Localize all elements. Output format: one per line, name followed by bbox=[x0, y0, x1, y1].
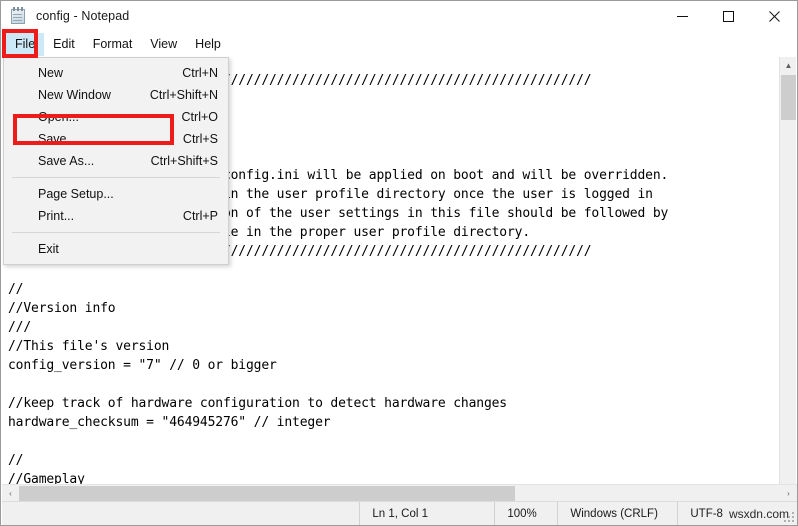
scroll-right-arrow-icon[interactable]: › bbox=[780, 485, 797, 501]
menu-item-shortcut: Ctrl+S bbox=[182, 132, 218, 146]
menu-item-label: Save bbox=[38, 132, 67, 146]
menu-item-label: Print... bbox=[38, 209, 75, 223]
menu-separator bbox=[12, 177, 220, 178]
window-title: config - Notepad bbox=[36, 9, 130, 23]
menu-item-label: Open... bbox=[38, 110, 79, 124]
menu-item-shortcut: Ctrl+P bbox=[182, 209, 218, 223]
view-menu-button[interactable]: View bbox=[141, 33, 186, 56]
horizontal-scrollbar-thumb[interactable] bbox=[19, 486, 515, 501]
file-menu-item-new-window[interactable]: New Window Ctrl+Shift+N bbox=[4, 84, 228, 106]
menu-separator bbox=[12, 232, 220, 233]
file-menu-item-open[interactable]: Open... Ctrl+O bbox=[4, 106, 228, 128]
status-cursor-position: Ln 1, Col 1 bbox=[359, 501, 494, 525]
close-icon bbox=[768, 10, 780, 22]
menu-item-label: New Window bbox=[38, 88, 111, 102]
vertical-scrollbar-thumb[interactable] bbox=[781, 75, 796, 120]
resize-grip-icon[interactable] bbox=[784, 512, 794, 522]
help-menu-button[interactable]: Help bbox=[186, 33, 230, 56]
minimize-button[interactable] bbox=[659, 1, 705, 31]
menu-bar: File Edit Format View Help bbox=[1, 31, 797, 57]
menu-item-shortcut: Ctrl+Shift+S bbox=[150, 154, 218, 168]
window-controls bbox=[659, 1, 797, 31]
status-bar: Ln 1, Col 1 100% Windows (CRLF) UTF-8 ws… bbox=[2, 501, 797, 525]
minimize-icon bbox=[676, 15, 688, 17]
file-menu-item-new[interactable]: New Ctrl+N bbox=[4, 62, 228, 84]
format-menu-button[interactable]: Format bbox=[84, 33, 142, 56]
file-menu-item-save-as[interactable]: Save As... Ctrl+Shift+S bbox=[4, 150, 228, 172]
menu-item-label: Page Setup... bbox=[38, 187, 114, 201]
menu-item-label: New bbox=[38, 66, 64, 80]
maximize-icon bbox=[722, 10, 734, 22]
close-button[interactable] bbox=[751, 1, 797, 31]
notepad-window: config - Notepad File Edit Format View H… bbox=[0, 0, 798, 526]
vertical-scrollbar[interactable]: ▲ bbox=[779, 57, 796, 486]
horizontal-scrollbar[interactable]: ‹ › bbox=[2, 484, 797, 501]
scroll-left-arrow-icon[interactable]: ‹ bbox=[2, 485, 19, 501]
title-bar: config - Notepad bbox=[1, 1, 797, 31]
file-dropdown-menu: New Ctrl+N New Window Ctrl+Shift+N Open.… bbox=[3, 57, 229, 265]
file-menu-button[interactable]: File bbox=[6, 32, 45, 56]
menu-item-label: Exit bbox=[38, 242, 59, 256]
file-menu-item-save[interactable]: Save Ctrl+S bbox=[4, 128, 228, 150]
notepad-icon bbox=[10, 7, 27, 25]
file-menu-item-exit[interactable]: Exit bbox=[4, 238, 228, 260]
menu-item-shortcut: Ctrl+N bbox=[182, 66, 218, 80]
menu-item-shortcut: Ctrl+Shift+N bbox=[149, 88, 218, 102]
menu-item-label: Save As... bbox=[38, 154, 95, 168]
status-zoom: 100% bbox=[494, 501, 557, 525]
file-menu-item-print[interactable]: Print... Ctrl+P bbox=[4, 205, 228, 227]
file-menu-item-page-setup[interactable]: Page Setup... bbox=[4, 183, 228, 205]
status-line-ending: Windows (CRLF) bbox=[557, 501, 677, 525]
maximize-button[interactable] bbox=[705, 1, 751, 31]
menu-item-shortcut: Ctrl+O bbox=[181, 110, 218, 124]
status-encoding: UTF-8 bbox=[677, 501, 725, 525]
scroll-up-arrow-icon[interactable]: ▲ bbox=[780, 57, 797, 74]
edit-menu-button[interactable]: Edit bbox=[44, 33, 84, 56]
